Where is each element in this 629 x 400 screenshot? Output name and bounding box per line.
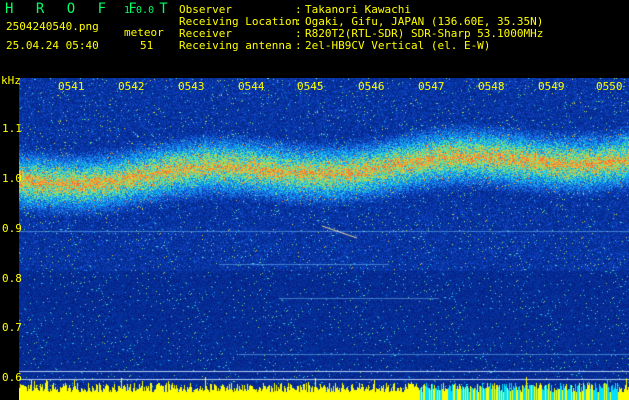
meteor-label: meteor: [124, 26, 164, 39]
y-tick-label: 1.1: [2, 122, 22, 135]
x-tick-label: 0547: [418, 80, 445, 93]
meteor-count: 51: [140, 39, 154, 52]
x-tick-label: 0548: [478, 80, 505, 93]
x-tick-label: 0549: [538, 80, 565, 93]
x-tick-label: 0544: [238, 80, 265, 93]
y-tick-label: 0.7: [2, 321, 22, 334]
x-tick-label: 0545: [297, 80, 324, 93]
datetime-stamp: 25.04.24 05:40: [6, 39, 99, 52]
x-tick-label: 0550: [596, 80, 623, 93]
x-tick-label: 0543: [178, 80, 205, 93]
x-tick-label: 0541: [58, 80, 85, 93]
app-version: 1.0.0: [124, 5, 155, 16]
y-tick-label: 1.0: [2, 172, 22, 185]
antenna-value: 2el-HB9CV Vertical (el. E-W): [305, 39, 491, 52]
info-separator: :: [295, 39, 302, 52]
y-tick-label: 0.9: [2, 222, 22, 235]
x-tick-label: 0546: [358, 80, 385, 93]
y-axis-unit: kHz: [1, 74, 21, 87]
y-tick-label: 0.8: [2, 272, 22, 285]
spectrogram-waterfall: [19, 78, 629, 400]
y-tick-label: 0.6: [2, 371, 22, 384]
antenna-label: Receiving antenna: [179, 39, 292, 52]
file-name: 2504240540.png: [6, 20, 99, 33]
header-panel: H R O F F T 1.0.0 2504240540.png meteor …: [0, 0, 629, 78]
x-tick-label: 0542: [118, 80, 145, 93]
